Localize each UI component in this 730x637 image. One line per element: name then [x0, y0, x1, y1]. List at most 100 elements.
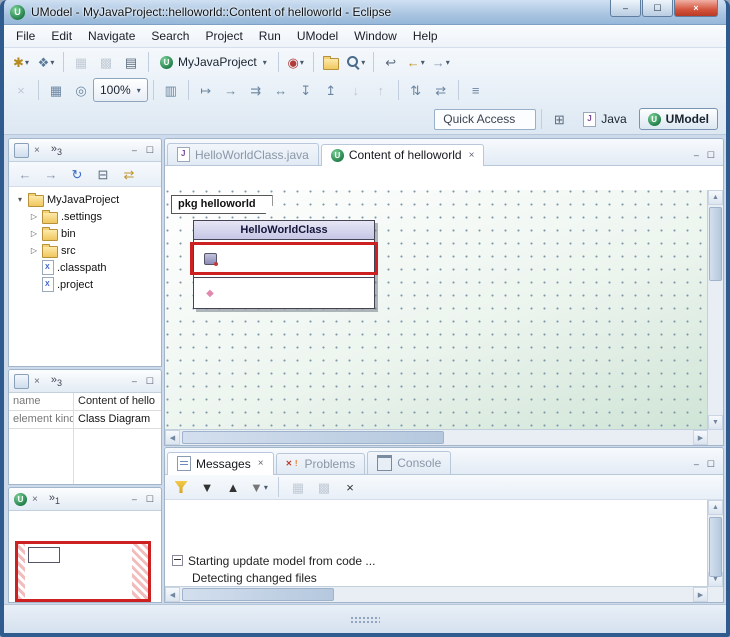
tree-item[interactable]: ▷ bin [9, 225, 161, 242]
maximize-view-button[interactable]: ☐ [144, 145, 156, 156]
scrollbar-track[interactable] [180, 587, 693, 602]
tree-item[interactable]: ▷ src [9, 242, 161, 259]
diagram-canvas[interactable]: pkg helloworld HelloWorldClass [165, 190, 708, 430]
toolbar-button[interactable]: ✱▾ [9, 51, 33, 73]
editor-horizontal-scrollbar[interactable]: ◀ ▶ [165, 429, 708, 445]
tab-close-icon[interactable]: × [469, 150, 475, 161]
minimize-view-button[interactable]: – [130, 376, 139, 386]
toolbar-button[interactable]: ▤ [119, 51, 143, 73]
scrollbar-thumb[interactable] [709, 207, 722, 281]
toolbar-button[interactable]: ⇅ [404, 79, 428, 101]
toolbar-button[interactable]: ↩ [379, 51, 403, 73]
maximize-view-button[interactable]: ☐ [705, 459, 717, 470]
maximize-button[interactable]: ☐ [642, 0, 673, 17]
dropdown-arrow-icon[interactable]: ▾ [446, 58, 450, 67]
class-box[interactable]: HelloWorldClass [193, 220, 375, 309]
view-close-icon[interactable]: × [34, 145, 40, 156]
toolbar-button[interactable]: ↓ [344, 79, 368, 101]
tab-console[interactable]: Console [367, 451, 451, 474]
menu-item[interactable]: Navigate [80, 26, 143, 46]
tree-item[interactable]: ▷ .settings [9, 208, 161, 225]
menu-item[interactable]: Help [405, 26, 446, 46]
messages-horizontal-scrollbar[interactable]: ◀ ▶ [165, 586, 708, 602]
menu-item[interactable]: UModel [289, 26, 346, 46]
scroll-right-icon[interactable]: ▶ [693, 587, 708, 602]
toolbar-button[interactable]: ↑ [369, 79, 393, 101]
messages-vertical-scrollbar[interactable]: ▲ ▼ [707, 500, 723, 587]
toolbar-button[interactable]: ⇄ [117, 163, 141, 185]
view-stack-indicator[interactable]: »3 [51, 143, 62, 157]
toolbar-button[interactable]: ▾ [344, 51, 368, 73]
open-perspective-button[interactable]: ⊞ [547, 108, 571, 130]
tree-expander-icon[interactable]: ▷ [29, 246, 39, 255]
toolbar-button[interactable]: ▼ [195, 476, 219, 498]
tree-item[interactable]: ▾ MyJavaProject [9, 191, 161, 208]
message-line[interactable]: Detecting changed files [165, 569, 708, 586]
toolbar-button[interactable]: ◉▾ [284, 51, 308, 73]
scrollbar-thumb[interactable] [182, 431, 444, 444]
toolbar-button[interactable]: ❖▾ [34, 51, 58, 73]
drag-grip[interactable] [350, 616, 380, 623]
tree-expander-icon[interactable]: ▾ [15, 195, 25, 204]
toolbar-button[interactable]: ← [13, 163, 37, 185]
toolbar-button[interactable]: × [338, 476, 362, 498]
dropdown-arrow-icon[interactable]: ▾ [300, 58, 304, 67]
view-close-icon[interactable]: × [32, 494, 38, 505]
message-line[interactable]: Starting update model from code ... [165, 552, 708, 569]
perspective-java[interactable]: Java [575, 109, 634, 130]
model-tree-header[interactable]: × »3 – ☐ [9, 139, 161, 162]
menu-item[interactable]: Project [197, 26, 250, 46]
package-frame-label[interactable]: pkg helloworld [171, 195, 273, 214]
toolbar-button[interactable]: ▼▾ [247, 476, 271, 498]
dropdown-arrow-icon[interactable]: ▾ [263, 58, 267, 67]
collapse-expander-icon[interactable] [172, 555, 183, 566]
dropdown-arrow-icon[interactable]: ▾ [25, 58, 29, 67]
toolbar-button[interactable]: ↻ [65, 163, 89, 185]
menu-item[interactable]: Edit [43, 26, 80, 46]
toolbar-button[interactable]: ⊟ [91, 163, 115, 185]
scrollbar-track[interactable] [708, 515, 723, 572]
toolbar-button[interactable] [169, 476, 193, 498]
view-stack-indicator[interactable]: »3 [51, 374, 62, 388]
maximize-view-button[interactable]: ☐ [144, 376, 156, 387]
maximize-view-button[interactable]: ☐ [705, 150, 717, 161]
toolbar-button[interactable]: × [9, 79, 33, 101]
tab-close-icon[interactable]: × [258, 458, 264, 469]
minimize-view-button[interactable]: – [130, 145, 139, 155]
tree-expander-icon[interactable]: ▷ [29, 229, 39, 238]
tab-problems[interactable]: Problems [276, 453, 366, 474]
editor-tab-java-file[interactable]: HelloWorldClass.java [167, 143, 319, 165]
scrollbar-thumb[interactable] [709, 517, 722, 577]
toolbar-button[interactable]: ◎ [69, 79, 93, 101]
scroll-left-icon[interactable]: ◀ [165, 430, 180, 445]
toolbar-button[interactable] [319, 51, 343, 73]
minimize-view-button[interactable]: – [692, 150, 701, 161]
toolbar-button[interactable]: ↦ [194, 79, 218, 101]
editor-tab-diagram[interactable]: Content of helloworld × [321, 144, 485, 166]
tree-item[interactable]: .project [9, 276, 161, 293]
scroll-up-icon[interactable]: ▲ [708, 190, 723, 205]
property-row[interactable]: element kind Class Diagram [9, 411, 161, 429]
editor-vertical-scrollbar[interactable]: ▲ ▼ [707, 190, 723, 430]
menu-item[interactable]: Search [143, 26, 197, 46]
toolbar-button[interactable]: →▾ [429, 51, 453, 73]
dropdown-arrow-icon[interactable]: ▾ [361, 58, 365, 67]
column-header-value[interactable]: Content of hello [74, 393, 161, 410]
dropdown-arrow-icon[interactable]: ▾ [421, 58, 425, 67]
close-button[interactable]: × [674, 0, 718, 17]
minimize-view-button[interactable]: – [130, 494, 139, 504]
scrollbar-track[interactable] [708, 205, 723, 415]
tree-expander-icon[interactable]: ▷ [29, 212, 39, 221]
view-stack-indicator[interactable]: »1 [49, 492, 60, 506]
tab-messages[interactable]: Messages × [167, 452, 274, 475]
toolbar-button[interactable]: ↥ [319, 79, 343, 101]
dropdown-arrow-icon[interactable]: ▾ [50, 58, 54, 67]
toolbar-button[interactable]: ▦ [44, 79, 68, 101]
toolbar-button[interactable]: ▲ [221, 476, 245, 498]
menu-item[interactable]: Run [251, 26, 289, 46]
toolbar-button[interactable]: ↧ [294, 79, 318, 101]
toolbar-button[interactable]: ▩ [312, 476, 336, 498]
scroll-left-icon[interactable]: ◀ [165, 587, 180, 602]
minimize-view-button[interactable]: – [692, 459, 701, 470]
dropdown-arrow-icon[interactable]: ▾ [137, 86, 141, 95]
